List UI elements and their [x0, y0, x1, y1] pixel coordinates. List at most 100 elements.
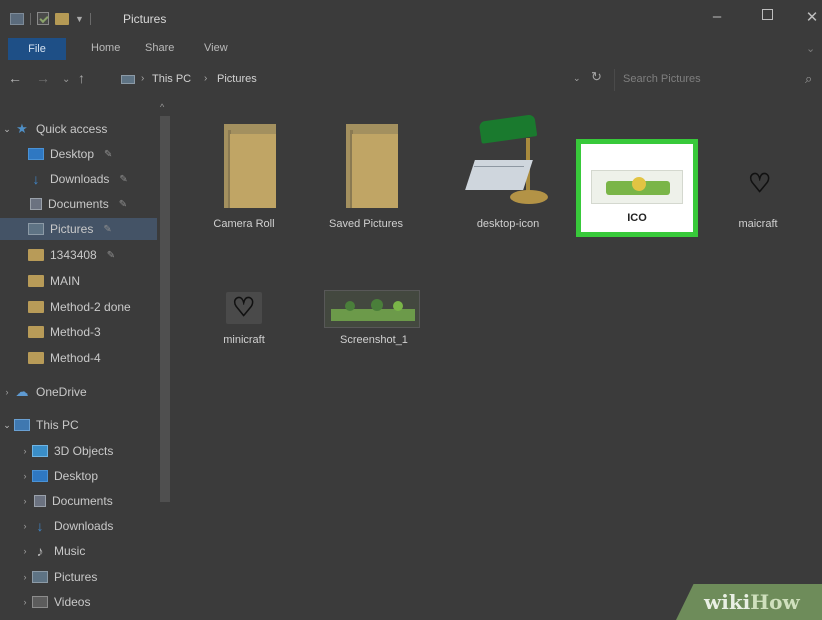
- expand-icon[interactable]: ›: [18, 446, 32, 456]
- file-name-screenshot[interactable]: Screenshot_1: [320, 334, 428, 346]
- forward-button[interactable]: →: [36, 70, 50, 86]
- computer-icon: [14, 419, 30, 431]
- watermark-text: wikiHow: [704, 590, 800, 614]
- tab-view[interactable]: View: [204, 42, 228, 54]
- folder-icon: [28, 326, 44, 338]
- file-tile-desktop-icon[interactable]: desktop-icon: [454, 106, 562, 230]
- file-tile-maicraft[interactable]: ♡ maicraft: [704, 106, 812, 230]
- window-icon[interactable]: [10, 12, 24, 25]
- sidebar-item-label: Pictures: [50, 222, 94, 236]
- sidebar-item-this-pc[interactable]: ⌄ This PC: [0, 414, 78, 436]
- maximize-icon: [761, 9, 773, 20]
- screenshot-thumbnail[interactable]: [324, 290, 420, 328]
- back-button[interactable]: ←: [8, 70, 22, 86]
- collapse-icon[interactable]: ⌄: [0, 124, 14, 135]
- breadcrumb-pictures[interactable]: Pictures: [217, 73, 257, 85]
- scrollbar-thumb[interactable]: [160, 116, 170, 502]
- sidebar-item-method-4[interactable]: Method-4: [14, 347, 101, 369]
- sidebar-item-main[interactable]: MAIN: [14, 270, 80, 292]
- recent-locations-button[interactable]: ⌄: [62, 74, 70, 85]
- toolbar-divider: [89, 12, 91, 25]
- document-icon: [30, 198, 42, 210]
- quick-access-toolbar: ▼: [10, 12, 91, 25]
- sidebar-item-method-2-done[interactable]: Method-2 done: [14, 296, 131, 318]
- sidebar-item-music[interactable]: › ♪ Music: [18, 540, 86, 562]
- sidebar-item-downloads[interactable]: ↓ Downloads ✎: [14, 168, 128, 190]
- sidebar-item-documents[interactable]: Documents ✎: [14, 193, 127, 215]
- collapse-icon[interactable]: ⌄: [0, 420, 14, 431]
- sidebar-item-desktop[interactable]: Desktop ✎: [14, 143, 112, 165]
- file-tile-camera-roll[interactable]: Camera Roll: [190, 106, 298, 230]
- address-dropdown-icon[interactable]: ⌄: [573, 73, 581, 84]
- properties-icon[interactable]: [37, 12, 49, 25]
- minimize-button[interactable]: –: [705, 8, 729, 25]
- pictures-library-icon: [121, 75, 135, 84]
- pin-icon[interactable]: ✎: [103, 224, 111, 235]
- expand-icon[interactable]: ›: [18, 471, 32, 481]
- sidebar-item-3d-objects[interactable]: › 3D Objects: [18, 440, 114, 462]
- expand-icon[interactable]: ›: [18, 572, 32, 582]
- sidebar-item-label: Method-2 done: [50, 300, 131, 314]
- customize-toolbar-icon[interactable]: ▼: [75, 14, 84, 24]
- search-box[interactable]: Search Pictures ⌕: [614, 69, 822, 91]
- sidebar-item-pictures[interactable]: Pictures ✎: [0, 218, 157, 240]
- sidebar-item-label: Music: [54, 544, 86, 558]
- file-name: desktop-icon: [476, 218, 540, 230]
- folder-icon: [346, 124, 398, 208]
- refresh-icon[interactable]: ↻: [591, 69, 602, 85]
- scroll-up-icon[interactable]: ^: [160, 102, 164, 112]
- sidebar-item-label: OneDrive: [36, 385, 87, 399]
- tab-file[interactable]: File: [8, 38, 66, 60]
- folder-icon: [28, 301, 44, 313]
- expand-icon[interactable]: ›: [18, 546, 32, 556]
- expand-icon[interactable]: ›: [18, 496, 32, 506]
- pin-icon[interactable]: ✎: [119, 199, 127, 210]
- sidebar-item-label: Videos: [54, 595, 91, 609]
- sidebar-quick-access[interactable]: ⌄ ★ Quick access: [0, 118, 157, 140]
- sidebar-item-label: 3D Objects: [54, 444, 114, 458]
- folder-front: [352, 134, 398, 208]
- tab-home[interactable]: Home: [91, 42, 120, 54]
- file-tile-saved-pictures[interactable]: Saved Pictures: [312, 106, 420, 230]
- heart-icon: ♡: [748, 168, 772, 198]
- sidebar-item-method-3[interactable]: Method-3: [14, 321, 101, 343]
- sidebar-item-label: Downloads: [54, 519, 114, 533]
- new-folder-icon[interactable]: [55, 12, 69, 25]
- up-button[interactable]: ↑: [78, 70, 85, 86]
- sidebar-item-videos[interactable]: › Videos: [18, 591, 91, 613]
- sidebar-item-onedrive[interactable]: › ☁ OneDrive: [0, 381, 87, 403]
- pin-icon[interactable]: ✎: [119, 174, 127, 185]
- sidebar-item-label: Documents: [48, 197, 109, 211]
- breadcrumb-separator[interactable]: ›: [141, 73, 144, 84]
- sidebar-scrollbar[interactable]: ^: [157, 100, 172, 620]
- file-name: Saved Pictures: [329, 218, 403, 230]
- desk-lamp-thumbnail: [465, 114, 552, 210]
- file-tile-ico-selected[interactable]: ICO: [576, 139, 698, 237]
- address-bar[interactable]: › This PC › Pictures: [116, 69, 608, 91]
- search-icon[interactable]: ⌕: [805, 71, 812, 87]
- sidebar-item-pc-documents[interactable]: › Documents: [18, 490, 113, 512]
- navigation-pane: ⌄ ★ Quick access Desktop ✎ ↓ Downloads ✎…: [0, 100, 172, 620]
- tab-share[interactable]: Share: [145, 42, 174, 54]
- maximize-button[interactable]: [755, 7, 779, 24]
- desktop-icon: [32, 470, 48, 482]
- expand-icon[interactable]: ›: [0, 387, 14, 397]
- breadcrumb-this-pc[interactable]: This PC: [152, 73, 191, 85]
- breadcrumb-separator[interactable]: ›: [204, 73, 207, 84]
- pictures-icon: [28, 223, 44, 235]
- expand-icon[interactable]: ›: [18, 521, 32, 531]
- sidebar-item-label: MAIN: [50, 274, 80, 288]
- pin-icon[interactable]: ✎: [104, 149, 112, 160]
- folder-icon: [28, 249, 44, 261]
- close-button[interactable]: ✕: [800, 8, 822, 26]
- file-tile-minicraft[interactable]: ♡ minicraft: [190, 230, 298, 354]
- sidebar-item-pc-pictures[interactable]: › Pictures: [18, 566, 98, 588]
- lamp-base: [510, 190, 548, 204]
- sidebar-item-pc-downloads[interactable]: › ↓ Downloads: [18, 515, 114, 537]
- pin-icon[interactable]: ✎: [107, 250, 115, 261]
- expand-icon[interactable]: ›: [18, 597, 32, 607]
- sidebar-item-1343408[interactable]: 1343408 ✎: [14, 244, 115, 266]
- expand-ribbon-icon[interactable]: ⌄: [806, 42, 815, 55]
- sidebar-item-pc-desktop[interactable]: › Desktop: [18, 465, 99, 487]
- file-name: maicraft: [738, 218, 778, 230]
